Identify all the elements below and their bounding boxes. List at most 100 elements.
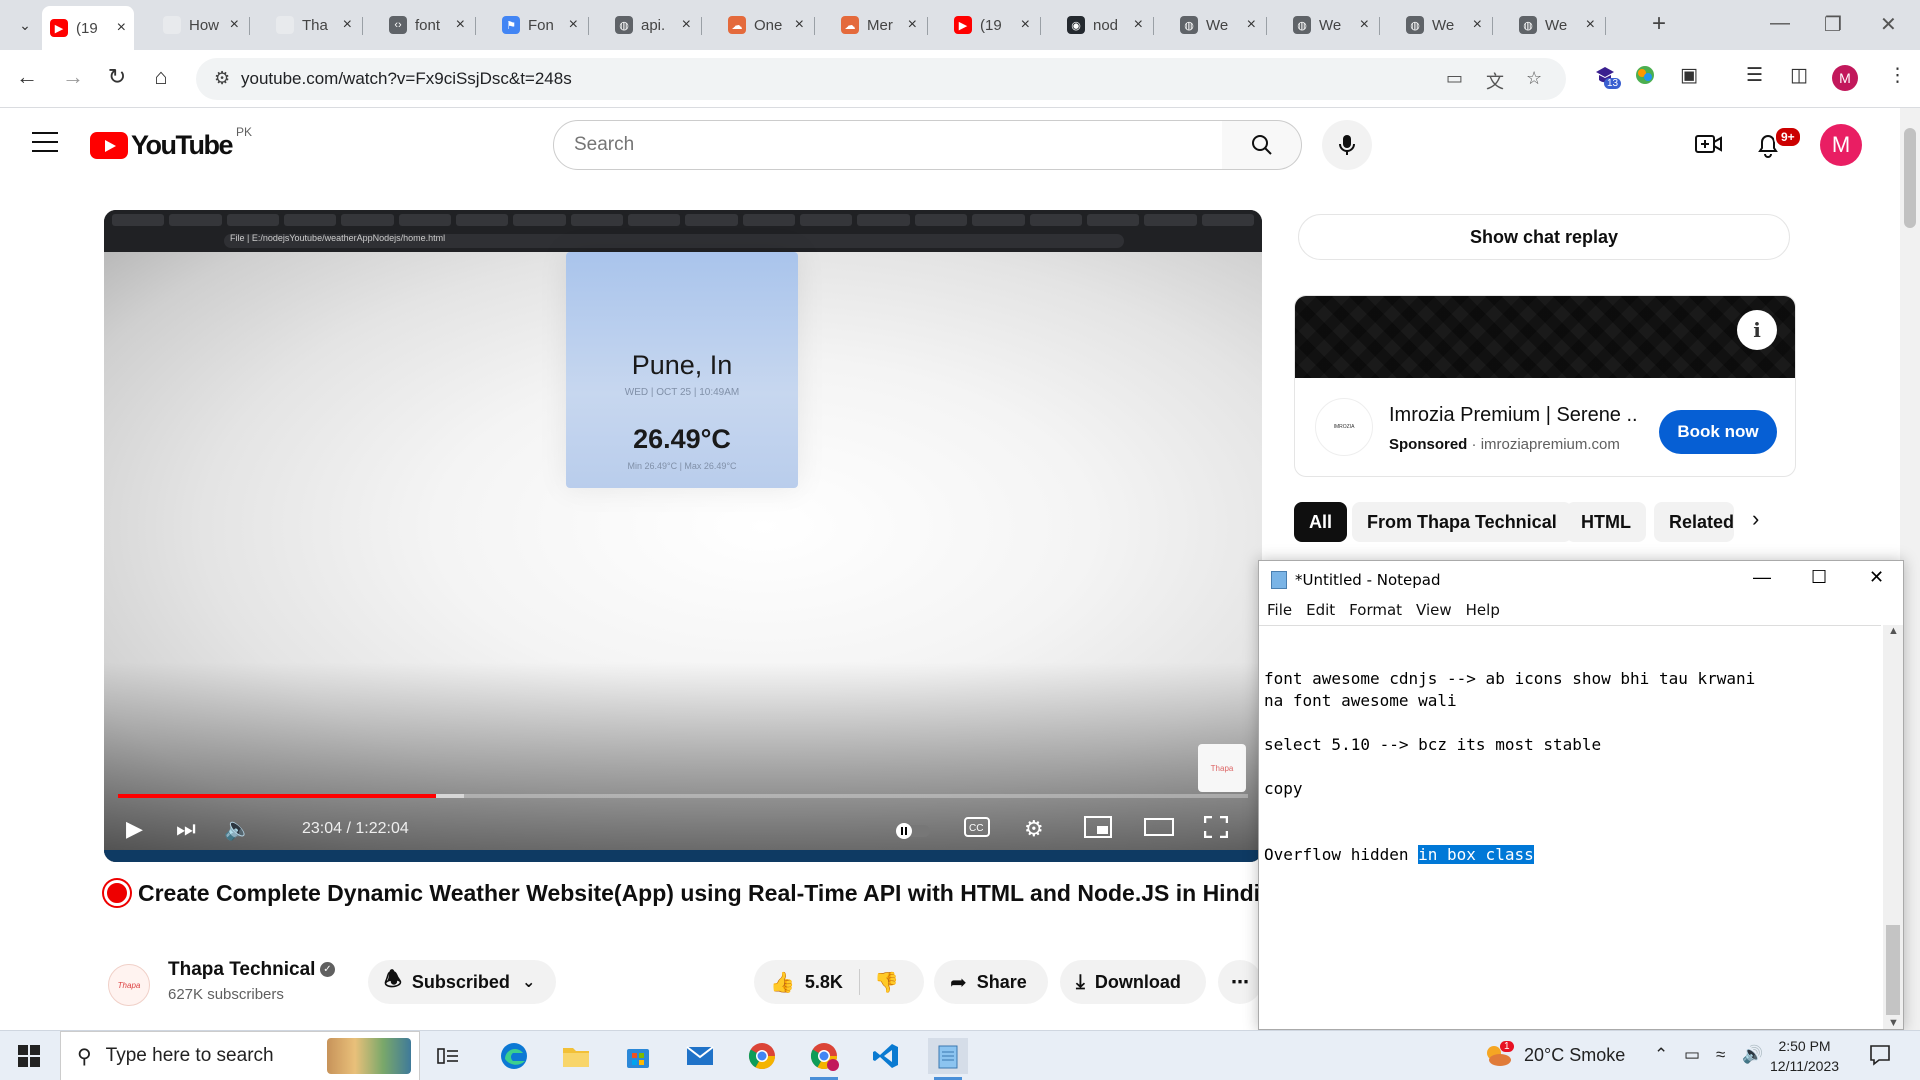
channel-avatar[interactable]: Thapa [108,964,150,1006]
menu-edit[interactable]: Edit [1306,601,1335,619]
like-button[interactable]: 👍 5.8K [754,960,843,1004]
browser-tab[interactable]: ▶ (19 × [42,6,134,50]
scroll-down-icon[interactable]: ▼ [1888,1017,1899,1029]
close-tab-icon[interactable]: × [1134,16,1143,34]
address-bar[interactable]: ⚙ youtube.com/watch?v=Fx9ciSsjDsc&t=248s… [196,58,1566,100]
bookmark-star-icon[interactable]: ☆ [1526,68,1542,89]
dislike-button[interactable]: 👎 [860,970,899,995]
channel-watermark[interactable]: Thapa [1198,744,1246,792]
file-explorer-icon[interactable] [556,1038,596,1074]
browser-tab[interactable]: How × [155,8,247,42]
notepad-taskbar-icon[interactable] [928,1038,968,1080]
close-tab-icon[interactable]: × [908,16,917,34]
search-button[interactable] [1222,120,1302,170]
menu-help[interactable]: Help [1466,601,1500,619]
taskbar-search-box[interactable]: ⚲ Type here to search [60,1031,420,1080]
minimize-icon[interactable]: — [1770,12,1790,35]
chip-related[interactable]: Related [1654,502,1734,542]
close-tab-icon[interactable]: × [1586,16,1595,34]
browser-tab[interactable]: ⚑ Fon × [494,8,586,42]
restore-icon[interactable]: ❐ [1824,12,1842,37]
close-tab-icon[interactable]: × [682,16,691,34]
video-progress-bar[interactable] [118,794,1248,798]
system-clock[interactable]: 2:50 PM 12/11/2023 [1770,1036,1839,1076]
more-actions-button[interactable]: ⋯ [1218,960,1262,1004]
battery-icon[interactable]: ▭ [1684,1045,1700,1065]
weather-text[interactable]: 20°C Smoke [1524,1045,1625,1066]
notepad-title-bar[interactable]: *Untitled - Notepad — ☐ ✕ [1259,561,1903,597]
close-tab-icon[interactable]: × [1021,16,1030,34]
tab-search-button[interactable]: ⌄ [8,9,42,41]
reload-icon[interactable]: ↻ [102,64,132,90]
youtube-logo[interactable]: YouTube PK [90,125,252,161]
profile-avatar[interactable]: M [1832,65,1858,91]
speaker-icon[interactable]: 🔊 [1742,1045,1763,1065]
video-player[interactable]: File | E:/nodejsYoutube/weatherAppNodejs… [104,210,1262,862]
download-button[interactable]: ⤓ Download [1060,960,1206,1004]
chip-all[interactable]: All [1294,502,1348,542]
show-hidden-icons-chevron-icon[interactable]: ⌃ [1654,1045,1668,1065]
scroll-up-icon[interactable]: ▲ [1888,625,1899,637]
windows-start-icon[interactable] [18,1045,40,1067]
close-window-icon[interactable]: ✕ [1880,12,1897,37]
forward-icon[interactable]: → [58,64,88,90]
browser-tab[interactable]: ▶ (19 × [946,8,1038,42]
puzzle-extensions-icon[interactable]: ▣ [1680,64,1698,87]
settings-gear-icon[interactable]: ⚙ [1024,816,1044,842]
browser-tab[interactable]: ‹› font × [381,8,473,42]
close-tab-icon[interactable]: × [795,16,804,34]
minimize-icon[interactable]: — [1753,567,1771,588]
next-video-icon[interactable]: ⏭ [176,816,196,842]
task-view-icon[interactable] [428,1038,468,1074]
wifi-icon[interactable]: ≈ [1716,1045,1725,1065]
install-app-icon[interactable]: ▭ [1446,68,1463,89]
chip-html[interactable]: HTML [1566,502,1646,542]
side-panel-icon[interactable]: ◫ [1790,64,1808,87]
chevron-right-icon[interactable]: › [1752,506,1759,532]
chip-from-channel[interactable]: From Thapa Technical [1352,502,1572,542]
search-input[interactable] [554,121,1222,169]
new-tab-button[interactable]: + [1652,10,1666,38]
ad-title[interactable]: Imrozia Premium | Serene ... [1389,404,1639,427]
captions-icon[interactable]: CC [964,816,990,844]
mail-icon[interactable] [680,1038,720,1074]
browser-tab[interactable]: ◍ We × [1398,8,1490,42]
close-tab-icon[interactable]: × [117,19,126,37]
notepad-scrollbar[interactable]: ▲ ▼ [1883,625,1903,1029]
voice-search-button[interactable] [1322,120,1372,170]
notepad-text-area[interactable]: font awesome cdnjs --> ab icons show bhi… [1259,625,1881,1029]
site-info-icon[interactable]: ⚙ [214,68,230,89]
close-tab-icon[interactable]: × [230,16,239,34]
account-avatar[interactable]: M [1820,124,1862,166]
more-menu-icon[interactable]: ⋮ [1888,64,1907,87]
close-tab-icon[interactable]: × [343,16,352,34]
search-box[interactable] [553,120,1223,170]
miniplayer-icon[interactable] [1084,816,1112,844]
sponsored-ad-card[interactable]: i IMROZIA Imrozia Premium | Serene ... S… [1294,295,1796,477]
menu-file[interactable]: File [1267,601,1292,619]
vscode-icon[interactable] [866,1038,906,1074]
chrome-icon[interactable] [742,1038,782,1074]
browser-tab[interactable]: ◉ nod × [1059,8,1151,42]
maximize-icon[interactable]: ☐ [1811,567,1827,588]
share-button[interactable]: ➦ Share [934,960,1048,1004]
url-text[interactable]: youtube.com/watch?v=Fx9ciSsjDsc&t=248s [241,69,572,89]
translate-icon[interactable]: 文 [1486,68,1504,94]
close-tab-icon[interactable]: × [1360,16,1369,34]
colorful-extension-icon[interactable] [1634,64,1656,92]
close-icon[interactable]: ✕ [1869,567,1884,588]
theater-mode-icon[interactable] [1144,816,1174,844]
notification-center-icon[interactable] [1868,1043,1892,1072]
menu-view[interactable]: View [1416,601,1452,619]
close-tab-icon[interactable]: × [569,16,578,34]
channel-name[interactable]: Thapa Technical [168,959,315,981]
close-tab-icon[interactable]: × [1473,16,1482,34]
volume-icon[interactable]: 🔈 [224,816,251,842]
subscribed-button[interactable]: 🕭 Subscribed ⌄ [368,960,556,1004]
browser-tab[interactable]: ☁ Mer × [833,8,925,42]
show-chat-replay-button[interactable]: Show chat replay [1298,214,1790,260]
browser-tab[interactable]: ☁ One × [720,8,812,42]
browser-tab[interactable]: ◍ We × [1285,8,1377,42]
browser-tab[interactable]: ◍ We × [1511,8,1603,42]
close-tab-icon[interactable]: × [1247,16,1256,34]
